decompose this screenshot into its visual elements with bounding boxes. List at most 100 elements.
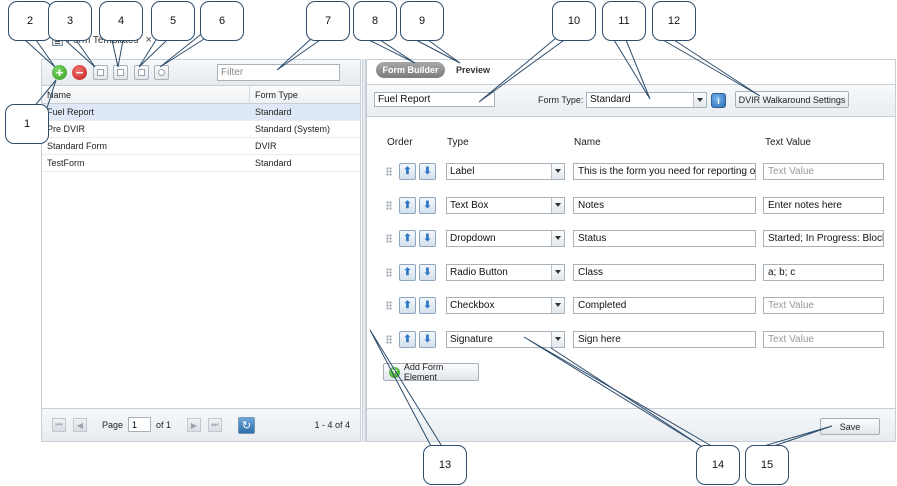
column-header-form-type[interactable]: Form Type xyxy=(250,86,298,103)
tab-preview[interactable]: Preview xyxy=(456,62,490,78)
element-type-select[interactable]: Radio Button xyxy=(446,264,565,281)
form-type-select[interactable]: Standard xyxy=(586,92,707,108)
element-text-value-input[interactable]: Started; In Progress: Block xyxy=(763,230,884,247)
add-form-element-button[interactable]: + Add Form Element xyxy=(383,362,479,382)
first-page-icon: ⏮ xyxy=(55,420,63,429)
arrow-up-icon: ⬆ xyxy=(403,199,412,211)
row-type: Standard xyxy=(255,107,292,117)
move-down-button[interactable]: ⬇ xyxy=(419,264,436,281)
first-page-button[interactable]: ⏮ xyxy=(52,418,66,432)
copy-template-button[interactable] xyxy=(134,65,149,80)
element-name-input[interactable]: Notes xyxy=(573,197,756,214)
element-name-input[interactable]: Class xyxy=(573,264,756,281)
move-up-button[interactable]: ⬆ xyxy=(399,331,416,348)
arrow-down-icon: ⬇ xyxy=(423,266,432,278)
dvir-walkaround-settings-button[interactable]: DVIR Walkaround Settings xyxy=(735,91,849,108)
element-name-input[interactable]: Sign here xyxy=(573,331,756,348)
last-page-button[interactable]: ⏭ xyxy=(208,418,222,432)
page-label: Page xyxy=(102,420,124,430)
callout-15: 15 xyxy=(745,445,789,485)
callout-11: 11 xyxy=(602,1,646,41)
arrow-up-icon: ⬆ xyxy=(403,266,412,278)
callout-10: 10 xyxy=(552,1,596,41)
drag-handle-icon[interactable] xyxy=(386,301,392,310)
element-type-value: Checkbox xyxy=(450,300,495,311)
save-button[interactable]: Save xyxy=(820,418,880,435)
export-template-button[interactable] xyxy=(113,65,128,80)
tab-form-builder[interactable]: Form Builder xyxy=(376,62,445,78)
grid-header: Name Form Type xyxy=(42,86,360,104)
element-text-value-input[interactable]: Text Value xyxy=(763,331,884,348)
form-element-row: ⬆ ⬇ Checkbox Completed Text Value xyxy=(367,296,897,316)
drag-handle-icon[interactable] xyxy=(386,201,392,210)
drag-handle-icon[interactable] xyxy=(386,167,392,176)
prev-page-button[interactable]: ◀ xyxy=(73,418,87,432)
element-text-value-input[interactable]: Enter notes here xyxy=(763,197,884,214)
move-up-button[interactable]: ⬆ xyxy=(399,264,416,281)
form-name-input[interactable] xyxy=(374,92,495,107)
form-builder-panel: Form Builder Preview Form Type: Standard… xyxy=(366,59,896,442)
move-down-button[interactable]: ⬇ xyxy=(419,230,436,247)
element-name-input[interactable]: This is the form you need for reporting … xyxy=(573,163,756,180)
row-name: Pre DVIR xyxy=(47,124,86,134)
element-type-select[interactable]: Label xyxy=(446,163,565,180)
arrow-down-icon: ⬇ xyxy=(423,165,432,177)
plus-icon: + xyxy=(55,65,64,80)
callout-12: 12 xyxy=(652,1,696,41)
import-template-button[interactable] xyxy=(93,65,108,80)
move-up-button[interactable]: ⬆ xyxy=(399,197,416,214)
element-text-value-input[interactable]: Text Value xyxy=(763,163,884,180)
move-up-button[interactable]: ⬆ xyxy=(399,230,416,247)
move-down-button[interactable]: ⬇ xyxy=(419,163,436,180)
page-number-input[interactable] xyxy=(128,417,151,432)
table-row[interactable]: Fuel Report Standard xyxy=(42,104,360,121)
element-name-input[interactable]: Status xyxy=(573,230,756,247)
form-element-row: ⬆ ⬇ Text Box Notes Enter notes here xyxy=(367,196,897,216)
row-type: Standard (System) xyxy=(255,124,331,134)
form-type-value: Standard xyxy=(590,94,631,105)
table-row[interactable]: TestForm Standard xyxy=(42,155,360,172)
chevron-down-icon xyxy=(551,164,564,179)
element-type-value: Radio Button xyxy=(450,267,508,278)
pagination-bar: ⏮ ◀ Page of 1 ▶ ⏭ ↻ 1 - 4 of 4 xyxy=(42,408,360,441)
element-type-select[interactable]: Signature xyxy=(446,331,565,348)
element-type-select[interactable]: Text Box xyxy=(446,197,565,214)
chevron-down-icon xyxy=(551,298,564,313)
prev-page-icon: ◀ xyxy=(76,420,84,430)
callout-1: 1 xyxy=(5,104,49,144)
column-header-name[interactable]: Name xyxy=(42,86,250,103)
callout-2: 2 xyxy=(8,1,52,41)
delete-template-button[interactable]: − xyxy=(72,65,87,80)
builder-footer: Save xyxy=(367,408,895,441)
move-up-button[interactable]: ⬆ xyxy=(399,297,416,314)
add-template-button[interactable]: + xyxy=(52,65,67,80)
element-type-value: Dropdown xyxy=(450,233,496,244)
drag-handle-icon[interactable] xyxy=(386,335,392,344)
move-down-button[interactable]: ⬇ xyxy=(419,297,436,314)
element-text-value-input[interactable]: Text Value xyxy=(763,297,884,314)
element-text-value-input[interactable]: a; b; c xyxy=(763,264,884,281)
drag-handle-icon[interactable] xyxy=(386,234,392,243)
element-type-value: Signature xyxy=(450,334,493,345)
form-element-row: ⬆ ⬇ Radio Button Class a; b; c xyxy=(367,263,897,283)
element-name-input[interactable]: Completed xyxy=(573,297,756,314)
element-type-select[interactable]: Dropdown xyxy=(446,230,565,247)
move-down-button[interactable]: ⬇ xyxy=(419,197,436,214)
info-icon[interactable]: i xyxy=(711,93,726,108)
refresh-button[interactable]: ↻ xyxy=(238,417,255,434)
column-header-order: Order xyxy=(387,137,413,148)
element-type-value: Text Box xyxy=(450,200,489,211)
settings-button[interactable] xyxy=(154,65,169,80)
next-page-icon: ▶ xyxy=(190,420,198,430)
filter-input[interactable] xyxy=(217,64,340,81)
move-up-button[interactable]: ⬆ xyxy=(399,163,416,180)
next-page-button[interactable]: ▶ xyxy=(187,418,201,432)
drag-handle-icon[interactable] xyxy=(386,268,392,277)
move-down-button[interactable]: ⬇ xyxy=(419,331,436,348)
column-header-type: Type xyxy=(447,137,469,148)
table-row[interactable]: Pre DVIR Standard (System) xyxy=(42,121,360,138)
form-element-row: ⬆ ⬇ Label This is the form you need for … xyxy=(367,162,897,182)
row-name: Standard Form xyxy=(47,141,108,151)
table-row[interactable]: Standard Form DVIR xyxy=(42,138,360,155)
element-type-select[interactable]: Checkbox xyxy=(446,297,565,314)
